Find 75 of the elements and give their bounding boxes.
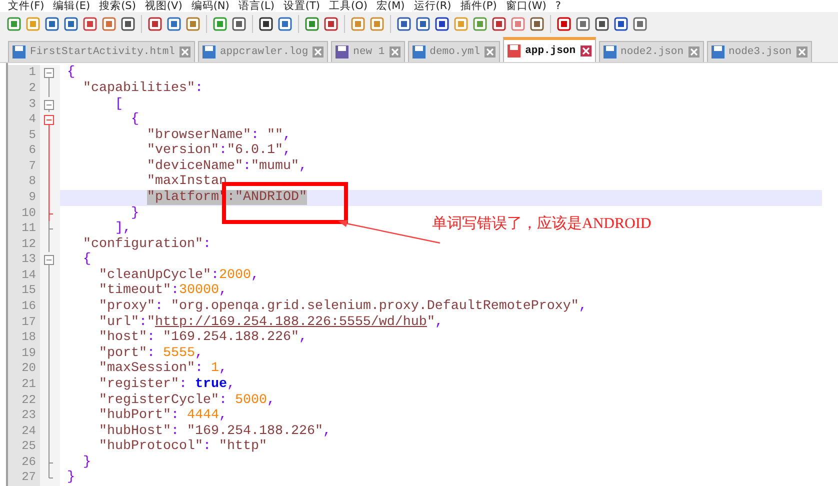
- code-line: "cleanUpCycle":2000,: [98, 268, 259, 283]
- line-number: 23: [8, 408, 40, 424]
- code-line: "hubHost": "169.254.188.226",: [98, 424, 331, 439]
- close-icon[interactable]: [580, 45, 592, 58]
- line-number: 12: [8, 236, 40, 252]
- code-line: {: [82, 252, 91, 268]
- line-number: 14: [8, 268, 40, 284]
- line-number: 10: [8, 206, 40, 222]
- close-icon[interactable]: [178, 46, 191, 58]
- code-line: {: [130, 112, 139, 128]
- line-number: 5: [8, 128, 40, 144]
- line-number: 7: [8, 158, 40, 174]
- code-line: "timeout":30000,: [98, 283, 227, 299]
- code-line: [: [114, 96, 123, 112]
- menu-item[interactable]: 语言(L): [238, 0, 274, 12]
- code-line: "port": 5555,: [98, 346, 203, 361]
- menu-item[interactable]: 编码(N): [191, 0, 230, 12]
- code-line: "capabilities":: [82, 80, 203, 97]
- menu-item[interactable]: 窗口(W): [506, 0, 546, 12]
- line-number: 26: [8, 454, 40, 470]
- code-line: "url":"http://169.254.188.226:5555/wd/hub",: [98, 314, 443, 330]
- code-line: }: [130, 206, 139, 222]
- code-line: "deviceName":"mumu",: [146, 158, 307, 174]
- close-icon[interactable]: [388, 46, 401, 58]
- menu-item[interactable]: 设置(T): [283, 0, 320, 12]
- menu-item[interactable]: 文件(F): [8, 0, 44, 12]
- line-number: 21: [8, 376, 40, 393]
- code-line: "browserName": "",: [146, 128, 291, 143]
- line-number: 22: [8, 392, 40, 408]
- menu-item[interactable]: 搜索(S): [99, 0, 136, 12]
- close-icon[interactable]: [796, 46, 808, 58]
- code-line: }: [82, 454, 91, 470]
- menu-item[interactable]: 工具(O): [329, 0, 368, 12]
- line-number: 17: [8, 314, 40, 330]
- code-line: ],: [114, 221, 131, 237]
- menu-item[interactable]: 宏(M): [376, 0, 405, 12]
- code-line: "host": "169.254.188.226",: [98, 330, 307, 346]
- line-number: 6: [8, 143, 40, 159]
- menu-item[interactable]: 视图(V): [144, 0, 182, 12]
- line-number: 1: [8, 65, 40, 81]
- line-number: 18: [8, 330, 40, 346]
- line-number: 20: [8, 361, 40, 377]
- close-icon[interactable]: [484, 46, 496, 58]
- line-number: 27: [8, 470, 40, 486]
- menu-item[interactable]: 运行(R): [414, 0, 452, 12]
- line-number: 13: [8, 252, 40, 268]
- line-number: 8: [8, 174, 40, 190]
- annotation-text: 单词写错误了，应该是ANDROID: [432, 214, 652, 233]
- menu-item[interactable]: 编辑(E): [53, 0, 90, 12]
- file-tab[interactable]: app.json: [503, 37, 596, 62]
- code-line: "hubProtocol": "http": [98, 439, 267, 455]
- line-number: 11: [8, 221, 40, 237]
- line-number: 9: [8, 190, 40, 206]
- line-number: 15: [8, 283, 40, 300]
- code-line: "hubPort": 4444,: [98, 408, 227, 424]
- line-number: 4: [8, 112, 40, 128]
- code-line: {: [66, 65, 75, 81]
- line-number: 16: [8, 299, 40, 315]
- line-number: 19: [8, 346, 40, 362]
- close-icon[interactable]: [688, 46, 700, 58]
- code-line: "maxInstan: [146, 174, 227, 190]
- code-line: }: [66, 470, 75, 486]
- menu-item[interactable]: 插件(P): [460, 0, 497, 12]
- code-line: "proxy": "org.openqa.grid.selenium.proxy.DefaultRemoteProxy",: [98, 299, 587, 315]
- code-line: "configuration":: [82, 236, 211, 252]
- code-line: "registerCycle": 5000,: [98, 392, 275, 408]
- menu-item[interactable]: ?: [555, 0, 561, 12]
- line-number: 24: [8, 424, 40, 440]
- line-number: 2: [8, 80, 40, 97]
- code-line: "version":"6.0.1",: [146, 143, 291, 159]
- code-line: "register": true,: [98, 376, 235, 393]
- line-number: 3: [8, 96, 40, 112]
- close-icon[interactable]: [312, 46, 324, 58]
- code-line: "maxSession": 1,: [98, 361, 227, 377]
- line-number: 25: [8, 439, 40, 455]
